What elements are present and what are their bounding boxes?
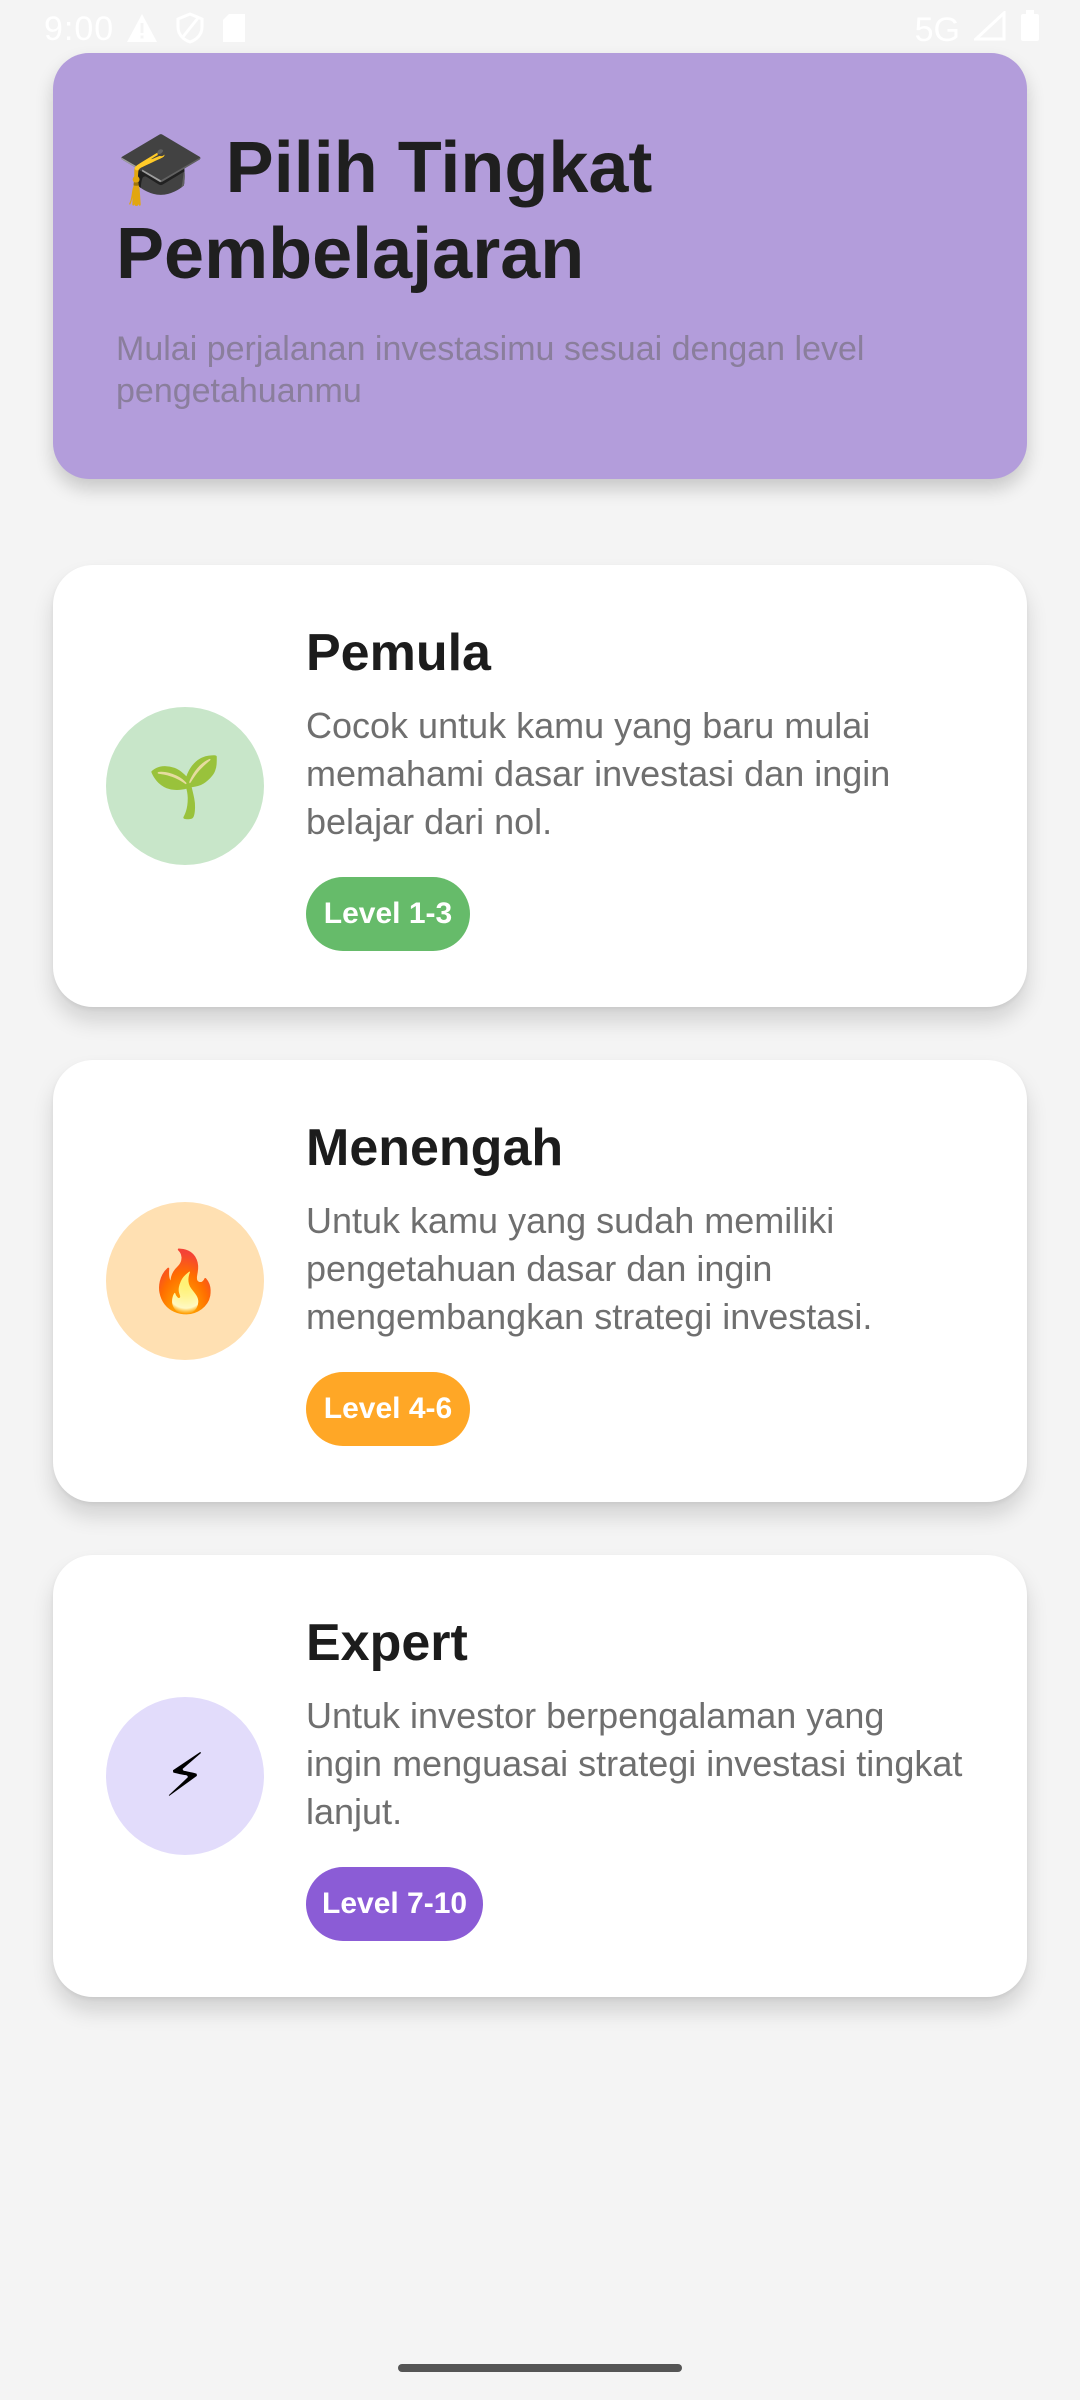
signal-icon	[972, 9, 1006, 50]
warning-icon	[126, 13, 158, 52]
level-icon-circle: 🔥	[106, 1202, 264, 1360]
level-card-pemula[interactable]: 🌱 Pemula Cocok untuk kamu yang baru mula…	[53, 565, 1027, 1007]
level-badge: Level 7-10	[306, 1867, 484, 1941]
level-icon-circle: ⚡	[106, 1697, 264, 1855]
level-badge: Level 1-3	[306, 877, 470, 951]
status-bar: 9:00 5G	[0, 0, 1080, 60]
lightning-icon: ⚡	[163, 1742, 207, 1809]
graduation-cap-icon: 🎓	[116, 128, 206, 208]
level-card-expert[interactable]: ⚡ Expert Untuk investor berpengalaman ya…	[53, 1555, 1027, 1997]
level-description: Cocok untuk kamu yang baru mulai memaham…	[306, 705, 891, 842]
network-label: 5G	[914, 11, 960, 49]
status-time: 9:00	[44, 10, 115, 48]
seedling-icon: 🌱	[147, 752, 223, 820]
level-badge: Level 4-6	[306, 1372, 470, 1446]
status-left-icons	[126, 12, 246, 53]
level-icon-circle: 🌱	[106, 707, 264, 865]
level-title: Expert	[306, 1614, 468, 1672]
battery-icon	[1020, 10, 1040, 51]
sim-card-icon	[222, 13, 246, 52]
shield-icon	[176, 12, 204, 53]
home-indicator[interactable]	[398, 2364, 682, 2372]
level-title: Menengah	[306, 1119, 564, 1177]
level-card-menengah[interactable]: 🔥 Menengah Untuk kamu yang sudah memilik…	[53, 1060, 1027, 1502]
level-description: Untuk kamu yang sudah memiliki pengetahu…	[306, 1200, 873, 1337]
page-subtitle: Mulai perjalanan investasimu sesuai deng…	[116, 330, 865, 410]
fire-icon: 🔥	[147, 1247, 223, 1315]
level-description: Untuk investor berpengalaman yang ingin …	[306, 1695, 963, 1832]
status-right: 5G	[914, 9, 1040, 51]
page-title: 🎓 Pilih Tingkat Pembelajaran	[116, 125, 976, 297]
level-title: Pemula	[306, 624, 491, 682]
header-card: 🎓 Pilih Tingkat Pembelajaran Mulai perja…	[53, 53, 1027, 479]
